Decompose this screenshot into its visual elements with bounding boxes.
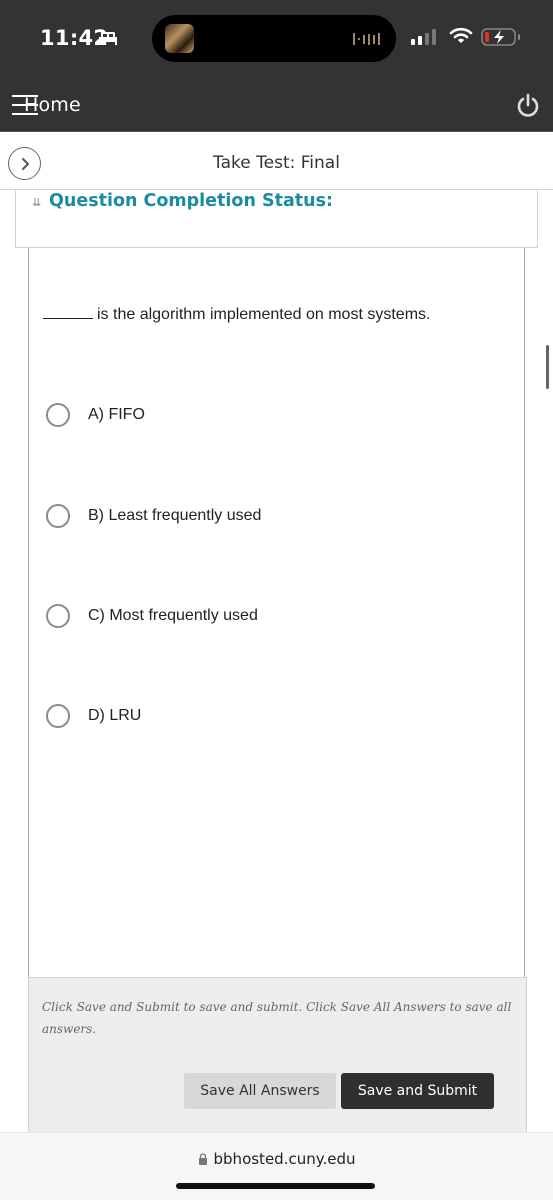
now-playing-artwork — [165, 24, 194, 53]
question-blank — [43, 318, 93, 319]
option-label[interactable]: A) FIFO — [88, 406, 145, 424]
home-indicator[interactable] — [176, 1183, 375, 1189]
audio-waveform-icon — [353, 33, 380, 45]
sleep-focus-icon — [99, 32, 117, 45]
page-header: Take Test: Final — [0, 133, 553, 190]
radio-button[interactable] — [46, 504, 70, 528]
answer-option-a[interactable]: A) FIFO — [46, 403, 145, 427]
lock-icon — [198, 1153, 207, 1165]
option-label[interactable]: C) Most frequently used — [88, 607, 258, 625]
dynamic-island[interactable] — [152, 15, 396, 62]
wifi-icon — [449, 27, 473, 43]
answer-option-c[interactable]: C) Most frequently used — [46, 604, 258, 628]
cellular-signal-icon — [411, 29, 436, 45]
browser-address-bar[interactable]: bbhosted.cuny.edu — [0, 1132, 553, 1200]
question-prompt: is the algorithm implemented on most sys… — [97, 306, 431, 323]
option-label[interactable]: B) Least frequently used — [88, 507, 261, 525]
url-text: bbhosted.cuny.edu — [213, 1150, 356, 1168]
question-completion-status[interactable]: ⇊ Question Completion Status: — [15, 190, 538, 248]
top-bar: 11:42 Home — [0, 0, 553, 132]
completion-status-title[interactable]: Question Completion Status: — [49, 191, 333, 211]
save-and-submit-button[interactable]: Save and Submit — [341, 1073, 494, 1109]
page-title: Take Test: Final — [213, 153, 340, 173]
answer-option-b[interactable]: B) Least frequently used — [46, 504, 261, 528]
url-display[interactable]: bbhosted.cuny.edu — [0, 1150, 553, 1168]
double-chevron-down-icon: ⇊ — [32, 197, 42, 209]
radio-button[interactable] — [46, 704, 70, 728]
option-label[interactable]: D) LRU — [88, 707, 141, 725]
save-all-answers-button[interactable]: Save All Answers — [184, 1073, 336, 1109]
menu-icon — [12, 95, 38, 115]
question-text: is the algorithm implemented on most sys… — [43, 306, 430, 324]
question-container: is the algorithm implemented on most sys… — [28, 248, 525, 978]
home-link[interactable]: Home — [12, 92, 81, 118]
power-icon[interactable] — [516, 92, 540, 118]
submit-hint: Click Save and Submit to save and submit… — [42, 1000, 512, 1036]
battery-charging-icon — [481, 28, 520, 46]
radio-button[interactable] — [46, 604, 70, 628]
submit-panel: Click Save and Submit to save and submit… — [28, 977, 527, 1133]
answer-option-d[interactable]: D) LRU — [46, 704, 141, 728]
scrollbar[interactable] — [546, 345, 549, 389]
radio-button[interactable] — [46, 403, 70, 427]
